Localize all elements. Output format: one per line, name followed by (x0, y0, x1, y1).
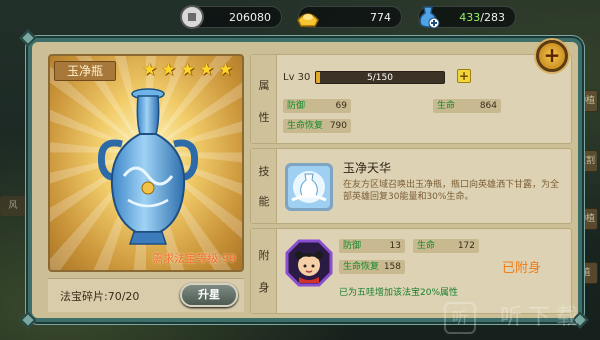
background-left-label: 风 (0, 196, 26, 216)
section-label-char: 属 (258, 79, 270, 92)
section-label-char: 身 (258, 281, 270, 294)
stat-name: 防御 (343, 241, 362, 251)
star-icon: ★ (161, 60, 177, 80)
stamina-max: 283 (484, 10, 505, 24)
attach-stat-health-regen: 生命恢复 158 (339, 260, 405, 274)
stamina-counter: 433/283 (418, 6, 516, 29)
stat-defense: 防御 69 (283, 99, 351, 113)
star-icon: ★ (142, 60, 158, 80)
add-xp-button[interactable]: + (457, 69, 471, 83)
section-label-char: 性 (258, 111, 270, 124)
stat-name: 防御 (287, 101, 306, 111)
watermark-text: 听下载 (500, 305, 585, 330)
required-level-text: 需求法宝等级:99 (152, 252, 236, 265)
add-artifact-button[interactable]: + (536, 40, 568, 72)
attributes-section: 属 性 Lv 30 5/150 + 防御 69 生命 864 生命恢复 790 (250, 54, 572, 144)
hero-portrait-icon[interactable] (285, 239, 333, 287)
watermark-logo: 听 (444, 302, 476, 334)
upgrade-star-button[interactable]: 升星 (180, 283, 238, 307)
section-label-char: 能 (258, 195, 270, 208)
stat-health: 生命 864 (433, 99, 501, 113)
attached-status: 已附身 (501, 261, 541, 276)
artifact-showcase: 玉净瓶 ★ ★ ★ ★ ★ 需求法宝等级:99 (48, 54, 244, 272)
silver-coin-icon (180, 5, 204, 29)
stat-name: 生命 (417, 241, 436, 251)
section-label-column: 属 性 (251, 55, 277, 143)
fragment-count: 法宝碎片:70/20 (60, 290, 140, 303)
attach-note: 已为五哇增加该法宝20%属性 (339, 288, 459, 298)
gold-ingot-icon (297, 13, 319, 27)
xp-progress-text: 5/150 (367, 73, 393, 83)
section-label-column: 附 身 (251, 229, 277, 313)
stat-name: 生命 (437, 101, 456, 111)
stat-name: 生命恢复 (343, 262, 380, 272)
stamina-current: 433 (459, 10, 481, 24)
watermark: 听 听下载 (444, 300, 596, 336)
silver-counter: 206080 (180, 5, 282, 29)
attach-stat-health: 生命 172 (413, 239, 479, 253)
vase-light-icon (288, 166, 330, 208)
jade-vase-icon (97, 88, 199, 245)
star-icon: ★ (180, 60, 196, 80)
skill-icon[interactable] (285, 163, 333, 211)
star-rating: ★ ★ ★ ★ ★ (142, 62, 235, 79)
star-icon: ★ (199, 60, 215, 80)
section-label-column: 技 能 (251, 149, 277, 223)
skill-title: 玉净天华 (343, 161, 392, 175)
gold-amount: 774 (370, 10, 391, 24)
attach-stat-defense: 防御 13 (339, 239, 405, 253)
skill-description: 在友方区域召唤出玉净瓶，瓶口向英雄洒下甘露，为全部英雄回复30能量和30%生命。 (343, 180, 560, 202)
stat-value: 158 (383, 262, 401, 272)
gold-counter: 774 (297, 6, 402, 28)
stat-value: 13 (389, 241, 401, 251)
stat-value: 172 (457, 241, 475, 251)
stat-value: 790 (329, 121, 347, 131)
skill-section: 技 能 玉净天华 在友方区域召唤出玉净瓶，瓶口向英雄洒下甘露，为全部英雄回复30… (250, 148, 572, 224)
artifact-name: 玉净瓶 (54, 61, 116, 81)
xp-progress-bar: 5/150 (315, 71, 445, 84)
stat-value: 69 (335, 101, 347, 111)
section-label-char: 技 (258, 165, 270, 178)
silver-amount: 206080 (229, 10, 271, 24)
stat-value: 864 (479, 101, 497, 111)
section-label-char: 附 (258, 249, 270, 262)
potion-icon (419, 6, 440, 29)
star-icon: ★ (218, 60, 234, 80)
stat-name: 生命恢复 (287, 121, 324, 131)
stat-health-regen: 生命恢复 790 (283, 119, 351, 133)
artifact-level: Lv 30 (283, 72, 311, 83)
